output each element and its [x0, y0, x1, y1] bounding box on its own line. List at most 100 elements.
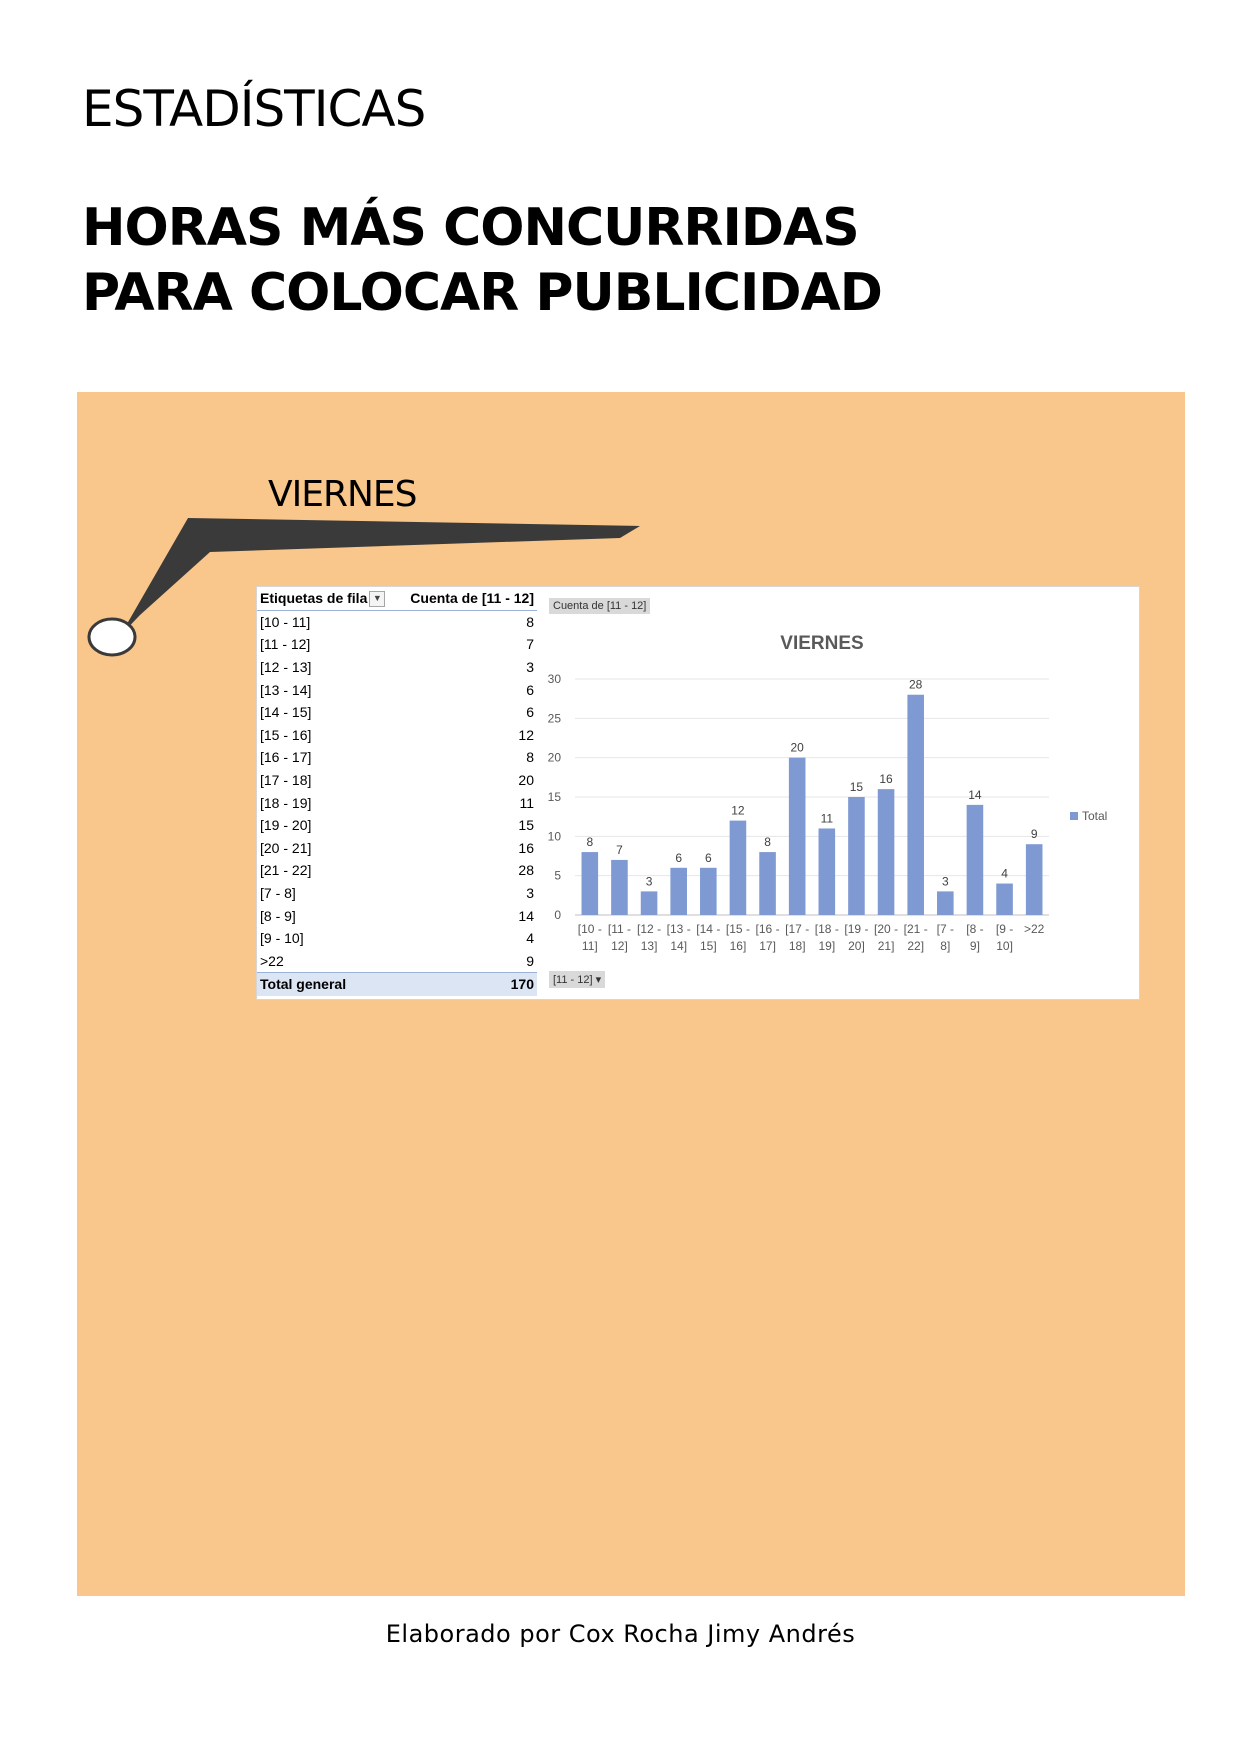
bar: [907, 694, 924, 915]
x-tick-label: [10 -: [578, 922, 602, 936]
chevron-down-icon: ▾: [595, 974, 602, 986]
pivot-row-label: [11 - 12]: [260, 636, 311, 653]
pivot-row-value: 15: [518, 817, 534, 834]
pivot-row-label: [14 - 15]: [260, 704, 312, 721]
pivot-row: [9 - 10] 4: [257, 927, 537, 950]
y-tick-label: 0: [554, 908, 561, 922]
day-label: VIERNES: [268, 474, 418, 515]
pivot-row-value: 7: [526, 636, 534, 653]
pivot-row-value: 6: [526, 681, 534, 698]
x-tick-label: 13]: [641, 939, 658, 953]
pivot-row-label: [21 - 22]: [260, 862, 312, 879]
pivot-row-label: [20 - 21]: [260, 839, 312, 856]
pivot-row-label: [8 - 9]: [260, 907, 296, 924]
bar: [670, 867, 687, 915]
x-tick-label: >22: [1024, 922, 1045, 936]
pivot-row: [19 - 20] 15: [257, 814, 537, 837]
pivot-row-value: 3: [526, 885, 534, 902]
data-label: 16: [879, 772, 893, 786]
x-tick-label: [21 -: [904, 922, 928, 936]
bar: [729, 820, 747, 915]
data-label: 20: [791, 741, 805, 755]
pivot-col-value: Cuenta de [11 - 12]: [397, 587, 537, 611]
bar: [848, 797, 865, 915]
data-label: 9: [1031, 827, 1038, 841]
pivot-row-value: 9: [526, 952, 534, 969]
pivot-row: [7 - 8] 3: [257, 882, 537, 905]
y-tick-label: 10: [548, 829, 562, 843]
x-tick-label: 11]: [582, 939, 598, 953]
pivot-total-label: Total general: [257, 972, 398, 996]
data-label: 12: [731, 804, 745, 818]
bar: [937, 891, 954, 915]
x-tick-label: [19 -: [844, 922, 868, 936]
bar: [700, 867, 717, 915]
pivot-row-value: 3: [526, 659, 534, 676]
x-tick-label: 21]: [878, 939, 895, 953]
pivot-row: [13 - 14] 6: [257, 678, 537, 701]
x-tick-label: 18]: [789, 939, 806, 953]
x-tick-label: 10]: [996, 939, 1013, 953]
x-tick-label: [8 -: [966, 922, 983, 936]
pivot-header-row: Etiquetas de fila ▼ Cuenta de [11 - 12]: [257, 587, 537, 611]
chart-svg: VIERNES 0 5 10 15 20 25 30 8 [10 - 11] 7 [11 - 12] 3 [1…: [548, 633, 1108, 953]
pivot-row-value: 8: [526, 613, 534, 630]
legend-label: Total: [1082, 809, 1107, 823]
pivot-row-label: [17 - 18]: [260, 772, 312, 789]
pivot-row: [20 - 21] 16: [257, 837, 537, 860]
bar: [966, 804, 984, 915]
pivot-row: [21 - 22] 28: [257, 859, 537, 882]
axis-field-button[interactable]: [11 - 12] ▾: [549, 971, 606, 988]
pivot-row-label: [18 - 19]: [260, 794, 312, 811]
pivot-row-label: >22: [260, 952, 284, 969]
pivot-row: [18 - 19] 11: [257, 791, 537, 814]
data-label: 4: [1001, 867, 1008, 881]
pivot-row: [15 - 16] 12: [257, 724, 537, 747]
data-label: 14: [968, 788, 982, 802]
y-tick-label: 5: [554, 869, 561, 883]
data-label: 8: [586, 835, 593, 849]
pivot-row-value: 11: [519, 794, 534, 811]
chart-title: VIERNES: [780, 633, 863, 654]
filter-dropdown-icon[interactable]: ▼: [369, 590, 386, 607]
pivot-row: [17 - 18] 20: [257, 769, 537, 792]
pivot-row: >22 9: [257, 950, 537, 973]
pivot-row-label: [10 - 11]: [260, 613, 311, 630]
x-tick-label: 9]: [970, 939, 980, 953]
x-tick-label: 8]: [940, 939, 950, 953]
x-tick-label: 19]: [818, 939, 835, 953]
bar-chart: Cuenta de [11 - 12] [11 - 12] ▾ VIERNES 0…: [537, 587, 1139, 999]
bar: [581, 852, 599, 915]
x-tick-label: 16]: [730, 939, 747, 953]
data-label: 3: [646, 874, 653, 888]
x-tick-label: 15]: [700, 939, 717, 953]
x-tick-label: [13 -: [667, 922, 691, 936]
x-tick-label: [20 -: [874, 922, 898, 936]
x-tick-label: 17]: [759, 939, 776, 953]
callout-circle: [87, 617, 137, 657]
value-field-button[interactable]: Cuenta de [11 - 12]: [549, 598, 651, 614]
pivot-table: Etiquetas de fila ▼ Cuenta de [11 - 12] […: [257, 587, 537, 999]
y-tick-label: 25: [548, 711, 562, 725]
y-tick-label: 30: [548, 672, 562, 686]
pivot-row-label: [12 - 13]: [260, 659, 312, 676]
x-tick-label: [16 -: [756, 922, 780, 936]
x-tick-label: [17 -: [785, 922, 809, 936]
x-tick-label: [18 -: [815, 922, 839, 936]
pivot-total-value: 170: [397, 972, 537, 996]
x-tick-label: 20]: [848, 939, 865, 953]
pivot-row-value: 6: [526, 704, 534, 721]
x-tick-label: 22]: [907, 939, 924, 953]
data-label: 28: [909, 678, 923, 692]
data-label: 11: [821, 811, 834, 825]
bar: [1025, 844, 1043, 915]
x-tick-label: 12]: [611, 939, 628, 953]
pivot-row: [11 - 12] 7: [257, 633, 537, 656]
data-label: 3: [942, 874, 949, 888]
bar: [877, 789, 895, 915]
y-tick-label: 15: [548, 790, 562, 804]
pivot-row-value: 28: [518, 862, 534, 879]
pivot-total-row: Total general 170: [257, 972, 537, 996]
bar: [759, 852, 776, 915]
pivot-row-value: 16: [518, 839, 534, 856]
